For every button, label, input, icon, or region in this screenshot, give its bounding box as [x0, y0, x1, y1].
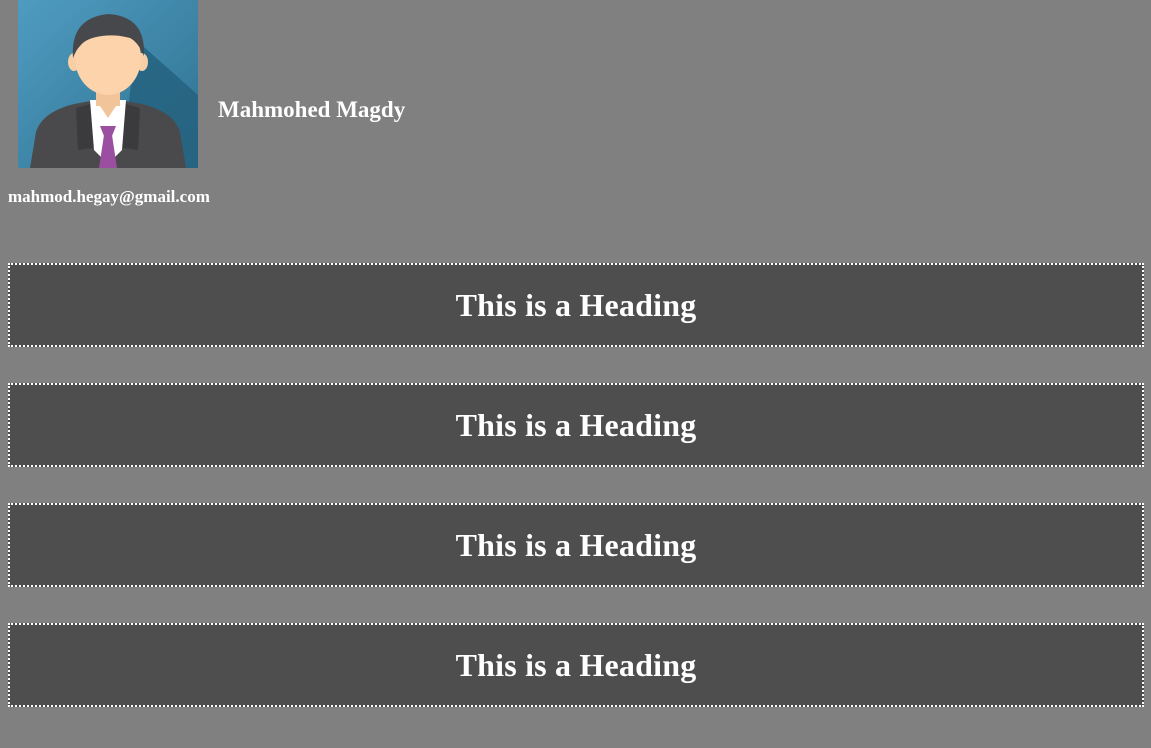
section-heading: This is a Heading [455, 287, 697, 323]
heading-section-4: This is a Heading [8, 623, 1144, 707]
heading-section-2: This is a Heading [8, 383, 1144, 467]
heading-section-3: This is a Heading [8, 503, 1144, 587]
businessman-avatar-icon [18, 0, 198, 168]
section-heading: This is a Heading [455, 527, 697, 563]
profile-email: mahmod.hegay@gmail.com [8, 187, 210, 206]
profile-name: Mahmohed Magdy [218, 97, 406, 122]
section-heading: This is a Heading [455, 407, 697, 443]
section-heading: This is a Heading [455, 647, 697, 683]
profile-picture [18, 0, 198, 168]
heading-section-1: This is a Heading [8, 263, 1144, 347]
